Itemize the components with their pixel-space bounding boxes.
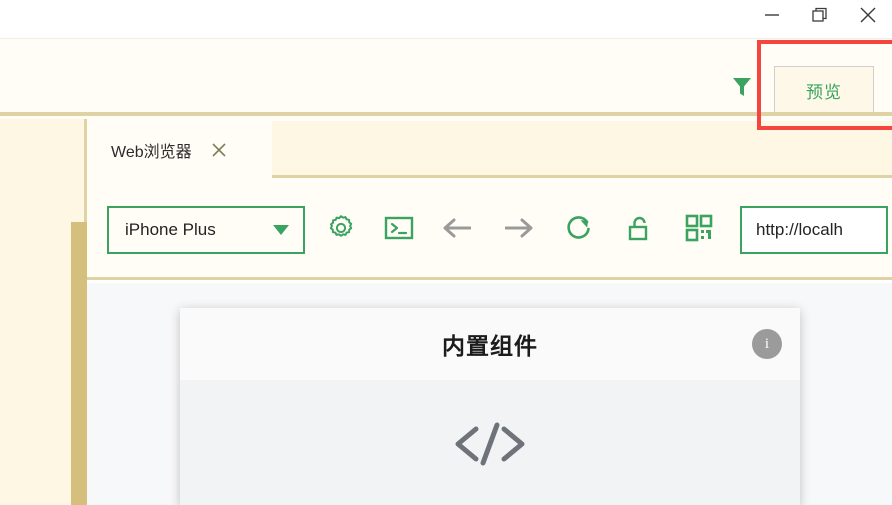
device-selector-value: iPhone Plus — [125, 220, 216, 239]
secondary-toolbar — [0, 38, 892, 112]
tab-label: Web浏览器 — [111, 144, 192, 161]
refresh-icon — [564, 213, 594, 248]
unlock-icon — [627, 213, 653, 248]
preview-button[interactable]: 预览 — [774, 66, 874, 114]
tab-strip-empty-area — [272, 121, 892, 178]
chevron-down-icon — [273, 225, 289, 235]
funnel-icon — [731, 75, 753, 104]
preview-card-title: 内置组件 — [442, 333, 538, 359]
window-controls — [748, 0, 892, 38]
close-icon — [212, 143, 226, 157]
tab-close-button[interactable] — [208, 139, 230, 161]
preview-button-label: 预览 — [806, 82, 842, 102]
close-button[interactable] — [844, 0, 892, 30]
console-button[interactable] — [383, 214, 415, 246]
forward-icon — [501, 215, 535, 246]
settings-icon — [326, 213, 356, 248]
unlock-button[interactable] — [624, 214, 656, 246]
info-icon-label: i — [764, 335, 770, 352]
console-icon — [384, 215, 414, 246]
qrcode-icon — [685, 214, 713, 247]
forward-button[interactable] — [502, 214, 534, 246]
filter-button[interactable] — [730, 76, 754, 102]
preview-canvas: 内置组件 i — [87, 283, 892, 505]
url-input[interactable]: http://localh — [740, 206, 888, 254]
qrcode-button[interactable] — [683, 214, 715, 246]
restore-icon — [809, 4, 831, 26]
device-selector[interactable]: iPhone Plus — [107, 206, 305, 254]
browser-toolbar: iPhone Plus http://localh — [87, 181, 892, 280]
refresh-button[interactable] — [563, 214, 595, 246]
preview-card-header: 内置组件 i — [180, 308, 800, 380]
minimize-icon — [761, 4, 783, 26]
code-icon — [442, 413, 538, 475]
device-preview-card: 内置组件 i — [180, 308, 800, 505]
preview-card-body — [180, 380, 800, 505]
title-bar — [0, 0, 892, 38]
settings-button[interactable] — [325, 214, 357, 246]
left-panel-scrollbar[interactable] — [71, 222, 87, 505]
tab-web-browser[interactable]: Web浏览器 — [87, 119, 272, 181]
info-icon[interactable]: i — [752, 329, 782, 359]
close-icon — [856, 3, 880, 27]
back-icon — [441, 215, 475, 246]
restore-button[interactable] — [796, 0, 844, 30]
back-button[interactable] — [442, 214, 474, 246]
url-input-value: http://localh — [756, 220, 843, 239]
minimize-button[interactable] — [748, 0, 796, 30]
app-window: 预览 Web浏览器 iPhone Plus http://localh 内置组件… — [0, 0, 892, 505]
